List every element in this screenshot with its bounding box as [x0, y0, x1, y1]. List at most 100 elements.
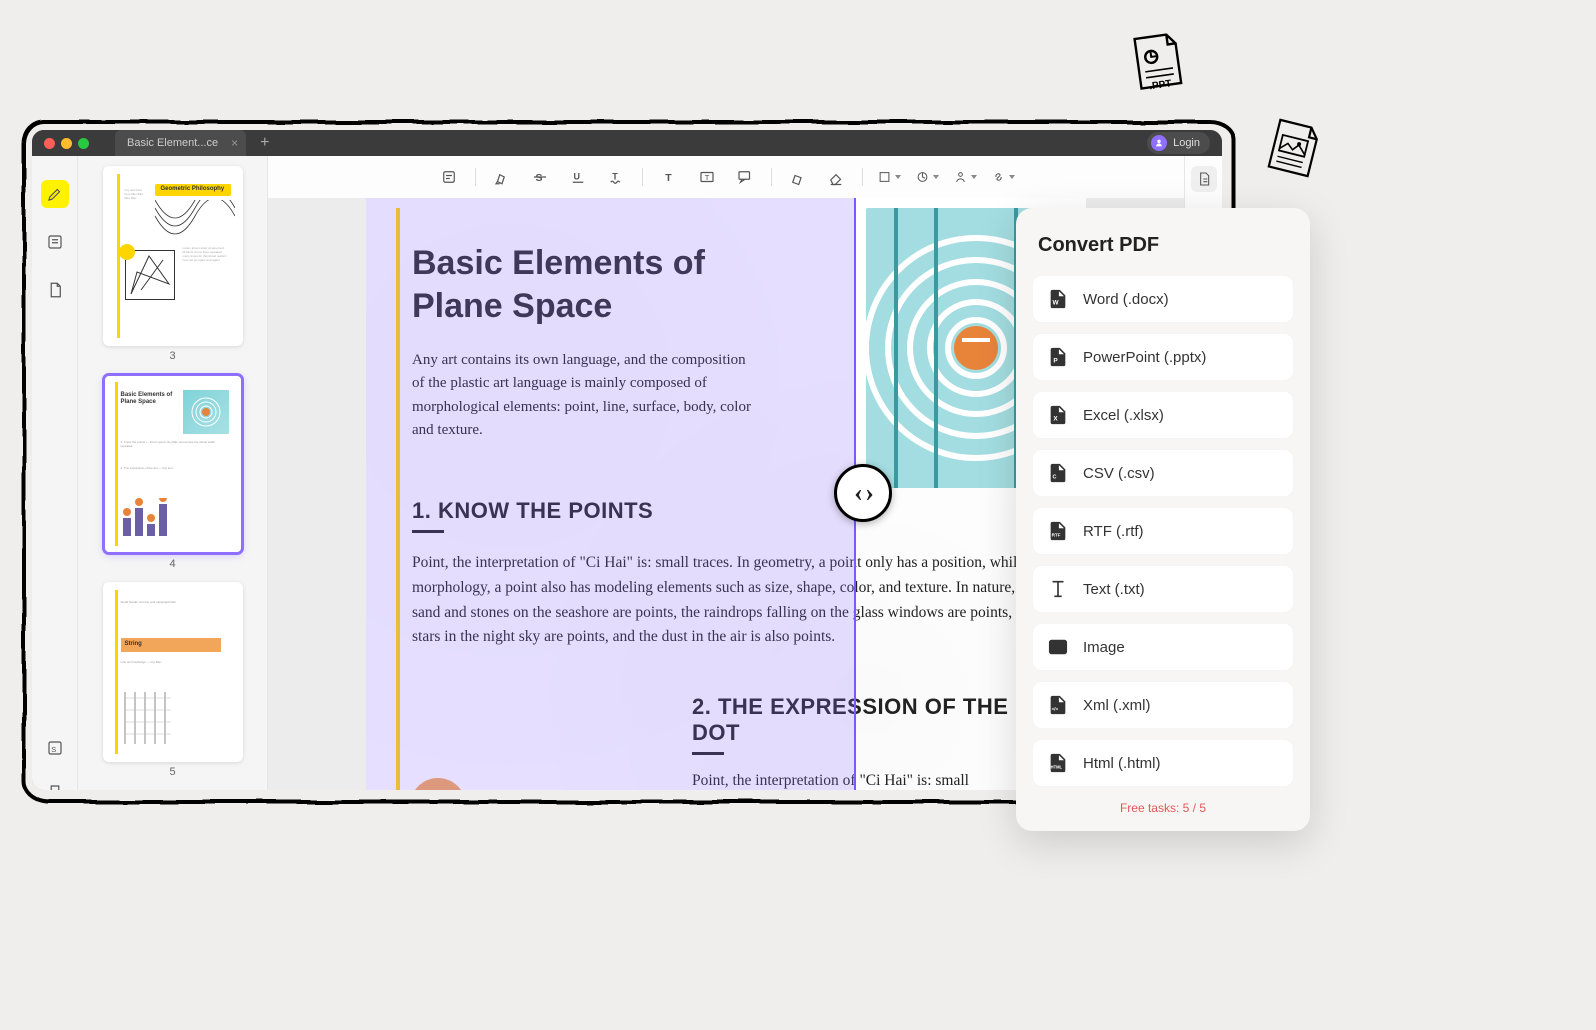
svg-text:HTML: HTML [1051, 765, 1063, 770]
svg-text:S: S [536, 172, 543, 184]
page-thumbnail-5[interactable]: Small header text line and paragraph fil… [103, 582, 243, 762]
convert-word-option[interactable]: W Word (.docx) [1032, 275, 1294, 323]
convert-text-option[interactable]: Text (.txt) [1032, 565, 1294, 613]
close-tab-button[interactable]: × [231, 136, 238, 150]
svg-text:T: T [665, 172, 672, 184]
convert-powerpoint-option[interactable]: P PowerPoint (.pptx) [1032, 333, 1294, 381]
csv-icon: C [1047, 462, 1069, 484]
signature-dropdown[interactable] [953, 165, 977, 189]
new-tab-button[interactable]: + [254, 134, 275, 152]
convert-excel-option[interactable]: X Excel (.xlsx) [1032, 391, 1294, 439]
thumbnail-item: Small header text line and paragraph fil… [103, 582, 243, 778]
image-doodle-icon [1262, 113, 1327, 184]
section1-heading: 1. KNOW THE POINTS [412, 498, 1046, 533]
user-icon [1151, 135, 1167, 151]
svg-text:W: W [1053, 300, 1060, 307]
svg-text:T: T [612, 171, 618, 181]
link-dropdown[interactable] [991, 165, 1015, 189]
svg-text:S: S [51, 745, 56, 754]
format-toolbar: S U T T T [268, 156, 1184, 198]
callout-button[interactable] [733, 165, 757, 189]
convert-csv-option[interactable]: C CSV (.csv) [1032, 449, 1294, 497]
option-label: Xml (.xml) [1083, 697, 1151, 714]
option-label: Excel (.xlsx) [1083, 407, 1164, 424]
underline-button[interactable]: U [566, 165, 590, 189]
free-tasks-counter: Free tasks: 5 / 5 [1032, 801, 1294, 815]
option-label: Word (.docx) [1083, 291, 1169, 308]
maximize-window-button[interactable] [78, 138, 89, 149]
text-icon [1047, 578, 1069, 600]
tab-title: Basic Element...ce [127, 137, 218, 149]
convert-html-option[interactable]: HTML Html (.html) [1032, 739, 1294, 787]
convert-options-list: W Word (.docx) P PowerPoint (.pptx) X Ex… [1032, 275, 1294, 787]
ocr-tool[interactable]: S [41, 734, 69, 762]
svg-text:X: X [1053, 416, 1058, 423]
bookmark-tool[interactable] [41, 778, 69, 790]
html-icon: HTML [1047, 752, 1069, 774]
thumbnail-page-number: 4 [169, 558, 175, 570]
option-label: RTF (.rtf) [1083, 523, 1144, 540]
close-window-button[interactable] [44, 138, 55, 149]
svg-text:T: T [705, 173, 710, 182]
svg-text:.PPT: .PPT [1149, 78, 1173, 92]
word-icon: W [1047, 288, 1069, 310]
login-button[interactable]: Login [1147, 132, 1210, 154]
page-thumbnail-3[interactable]: Geometric Philosophy Lorem ipsum dolor s… [103, 166, 243, 346]
convert-panel-title: Convert PDF [1038, 234, 1288, 257]
convert-image-option[interactable]: Image [1032, 623, 1294, 671]
svg-text:</>: </> [1052, 707, 1059, 712]
svg-text:C: C [1053, 475, 1057, 481]
thumbnail-page-number: 3 [169, 350, 175, 362]
excel-icon: X [1047, 404, 1069, 426]
highlighter-tool[interactable] [41, 180, 69, 208]
document-tab[interactable]: Basic Element...ce × [115, 130, 246, 156]
window-controls [44, 138, 89, 149]
convert-rtf-option[interactable]: RTF RTF (.rtf) [1032, 507, 1294, 555]
xml-icon: </> [1047, 694, 1069, 716]
document-page: Basic Elements of Plane Space Any art co… [366, 198, 1086, 790]
minimize-window-button[interactable] [61, 138, 72, 149]
thumbnail-page-number: 5 [169, 766, 175, 778]
thumbnail-panel[interactable]: Geometric Philosophy Lorem ipsum dolor s… [78, 156, 268, 790]
highlight-button[interactable] [490, 165, 514, 189]
text-button[interactable]: T [657, 165, 681, 189]
split-drag-handle[interactable] [834, 464, 892, 522]
page-title: Basic Elements of Plane Space [412, 242, 772, 327]
powerpoint-icon: P [1047, 346, 1069, 368]
page-accent-strip [396, 208, 400, 790]
svg-text:RTF: RTF [1052, 533, 1061, 538]
option-label: PowerPoint (.pptx) [1083, 349, 1206, 366]
convert-xml-option[interactable]: </> Xml (.xml) [1032, 681, 1294, 729]
decorative-dot [410, 778, 466, 790]
strikethrough-button[interactable]: S [528, 165, 552, 189]
stamp-dropdown[interactable] [915, 165, 939, 189]
rtf-icon: RTF [1047, 520, 1069, 542]
image-icon [1047, 636, 1069, 658]
page-intro: Any art contains its own language, and t… [412, 349, 752, 442]
ppt-doodle-icon: .PPT [1126, 26, 1190, 97]
text-annotate-tool[interactable] [41, 228, 69, 256]
option-label: CSV (.csv) [1083, 465, 1155, 482]
section2-body: Point, the interpretation of "Ci Hai" is… [692, 769, 1046, 790]
option-label: Html (.html) [1083, 755, 1161, 772]
convert-pdf-panel: Convert PDF W Word (.docx) P PowerPoint … [1016, 208, 1310, 831]
option-label: Text (.txt) [1083, 581, 1145, 598]
eraser-button[interactable] [824, 165, 848, 189]
squiggly-button[interactable]: T [604, 165, 628, 189]
option-label: Image [1083, 639, 1125, 656]
pen-button[interactable] [786, 165, 810, 189]
thumbnail-item: Basic Elements of Plane Space 1. Know th… [103, 374, 243, 570]
svg-text:P: P [1053, 358, 1058, 365]
page-tool[interactable] [41, 276, 69, 304]
note-button[interactable] [437, 165, 461, 189]
titlebar: Basic Element...ce × + Login [32, 130, 1222, 156]
left-tool-rail: S [32, 156, 78, 790]
convert-panel-toggle[interactable] [1191, 166, 1217, 192]
section2-heading: 2. THE EXPRESSION OF THE DOT [692, 694, 1046, 755]
textbox-button[interactable]: T [695, 165, 719, 189]
thumbnail-item: Geometric Philosophy Lorem ipsum dolor s… [103, 166, 243, 362]
login-label: Login [1173, 137, 1200, 149]
shape-dropdown[interactable] [877, 165, 901, 189]
svg-text:U: U [574, 171, 581, 181]
page-thumbnail-4[interactable]: Basic Elements of Plane Space 1. Know th… [103, 374, 243, 554]
